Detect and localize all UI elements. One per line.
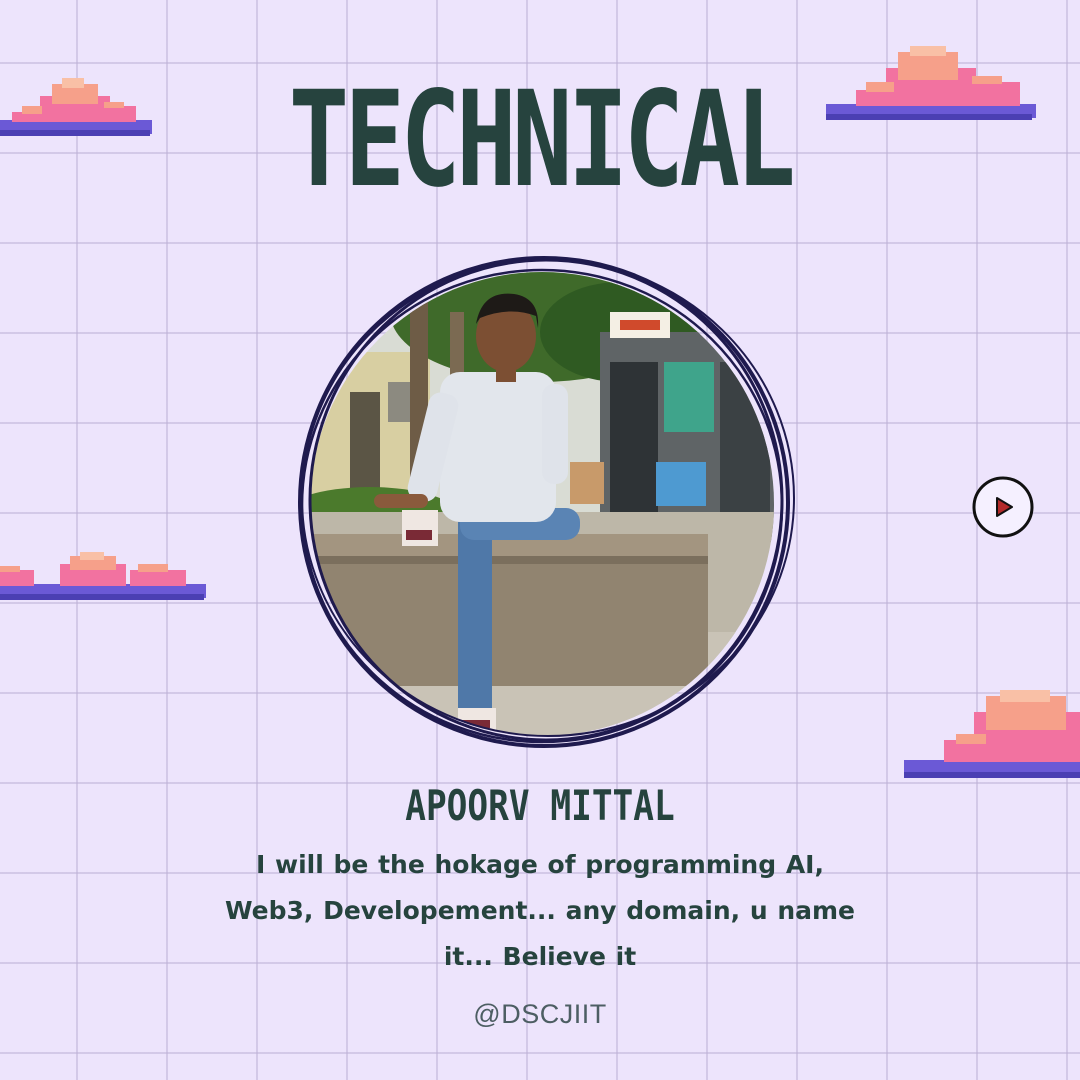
poster-canvas: TECHNICAL APOORV MITTAL I will be the ho…	[0, 0, 1080, 1080]
page-title: TECHNICAL	[288, 63, 796, 217]
tagline-line: I will be the hokage of programming AI,	[256, 850, 824, 879]
profile-photo-container	[296, 250, 800, 754]
play-button[interactable]	[972, 476, 1034, 538]
social-handle: @DSCJIIT	[473, 999, 607, 1029]
pixel-cloud-icon	[904, 690, 1080, 778]
pixel-cloud-icon	[0, 552, 206, 600]
tagline-line: Web3, Developement... any domain, u name	[224, 896, 856, 925]
person-name: APOORV MITTAL	[405, 781, 675, 830]
tagline: I will be the hokage of programming AI, …	[190, 842, 890, 980]
tagline-line: it... Believe it	[443, 942, 637, 971]
photo-frame-rings	[298, 256, 795, 748]
